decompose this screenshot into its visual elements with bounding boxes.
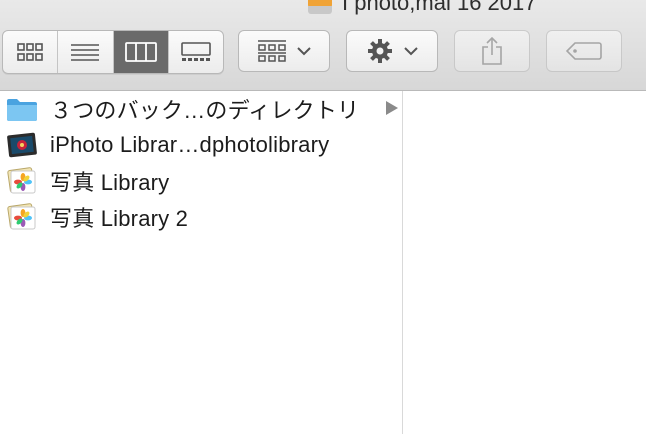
column-view-button[interactable] xyxy=(113,31,169,73)
grid-icon xyxy=(17,43,43,61)
gallery-view-button[interactable] xyxy=(169,31,223,73)
column-divider[interactable] xyxy=(402,91,403,434)
window-title: I photo,mai 16 2017 xyxy=(306,0,536,18)
photos-library-icon xyxy=(6,203,38,231)
list-item[interactable]: 写真 Library 2 xyxy=(0,199,402,235)
list-item-label: 写真 Library 2 xyxy=(50,206,189,231)
toolbar: I photo,mai 16 2017 xyxy=(0,0,646,91)
gallery-icon xyxy=(181,42,211,61)
tag-icon xyxy=(566,42,602,60)
icon-view-button[interactable] xyxy=(3,31,59,73)
chevron-down-icon xyxy=(297,47,311,56)
group-by-button[interactable] xyxy=(238,30,330,72)
folder-icon xyxy=(6,95,38,123)
share-icon xyxy=(482,36,502,65)
window-title-text: I photo,mai 16 2017 xyxy=(342,0,537,15)
disclosure-arrow-icon xyxy=(386,101,398,115)
gear-icon xyxy=(368,39,392,63)
list-item[interactable]: 写真 Library xyxy=(0,163,402,199)
chevron-down-icon xyxy=(404,47,418,56)
list-view-button[interactable] xyxy=(58,31,114,73)
list-icon xyxy=(71,44,100,61)
columns-icon xyxy=(124,42,157,62)
iphoto-library-icon xyxy=(6,131,38,159)
view-mode-control xyxy=(2,30,224,74)
photos-library-icon xyxy=(6,167,38,195)
list-item[interactable]: ３つのバック…のディレクトリ xyxy=(0,91,402,127)
external-drive-icon xyxy=(306,0,334,16)
action-menu-button[interactable] xyxy=(346,30,438,72)
list-item-label: 写真 Library xyxy=(50,170,170,195)
share-button[interactable] xyxy=(454,30,530,72)
tags-button[interactable] xyxy=(546,30,622,72)
group-grid-icon xyxy=(258,40,286,62)
list-item-label: ３つのバック…のディレクトリ xyxy=(50,98,360,123)
list-item[interactable]: iPhoto Librar…dphotolibrary xyxy=(0,127,402,163)
list-item-label: iPhoto Librar…dphotolibrary xyxy=(50,132,330,157)
finder-column: ３つのバック…のディレクトリ iPhoto Librar…dphotolibra… xyxy=(0,91,402,235)
